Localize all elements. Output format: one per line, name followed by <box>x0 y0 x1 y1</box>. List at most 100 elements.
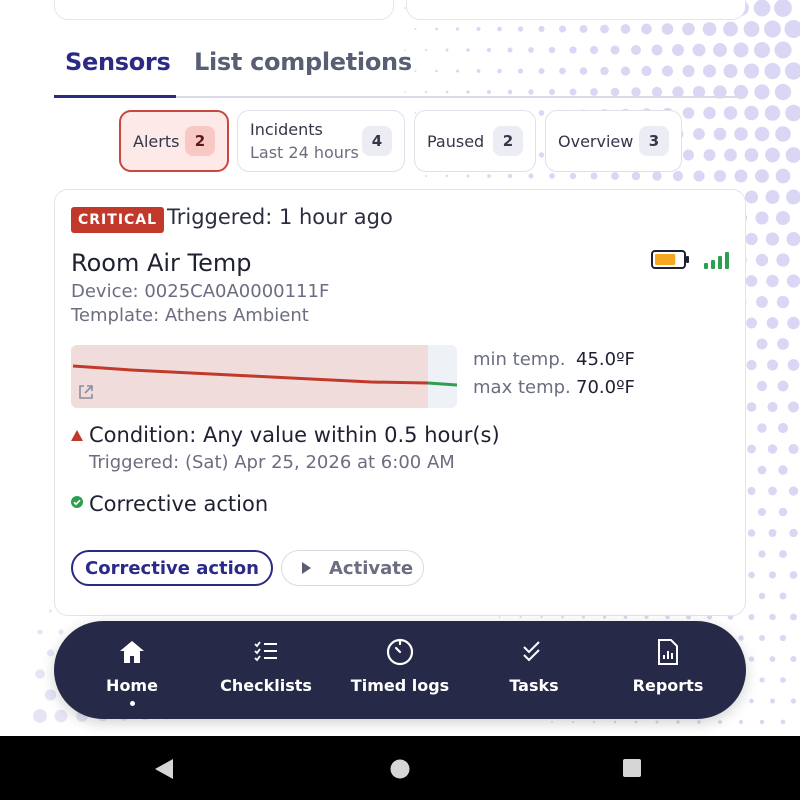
decorative-dot <box>600 24 609 34</box>
decorative-dot <box>746 402 757 412</box>
decorative-dot <box>713 127 727 141</box>
decorative-dot <box>579 25 588 33</box>
decorative-dot <box>778 465 788 475</box>
decorative-dot <box>777 380 789 392</box>
decorative-dot <box>774 41 792 59</box>
decorative-dot <box>714 170 726 182</box>
filter-overview[interactable]: Overview 3 <box>545 110 682 172</box>
filter-incidents[interactable]: Incidents Last 24 hours 4 <box>237 110 405 172</box>
decorative-dot <box>611 172 619 180</box>
decorative-dot <box>775 168 791 184</box>
decorative-dot <box>757 423 767 433</box>
tab-list-completions[interactable]: List completions <box>194 48 412 76</box>
home-circle-icon[interactable] <box>389 758 411 780</box>
recents-icon[interactable] <box>622 758 642 778</box>
template-name: Template: Athens Ambient <box>71 305 309 326</box>
decorative-dot <box>613 720 617 724</box>
decorative-dot <box>445 174 449 178</box>
decorative-dot <box>35 669 45 679</box>
decorative-dot <box>753 0 771 17</box>
decorative-dot <box>435 27 438 31</box>
decorative-dot <box>775 210 791 226</box>
summary-card-right <box>406 0 746 20</box>
decorative-dot <box>590 172 598 180</box>
filter-incidents-count: 4 <box>362 126 392 156</box>
corrective-action-button[interactable]: Corrective action <box>71 550 273 586</box>
decorative-dot <box>766 317 779 329</box>
decorative-dot <box>425 175 427 177</box>
nav-checklists[interactable]: Checklists <box>199 621 333 719</box>
filter-alerts[interactable]: Alerts 2 <box>119 110 229 172</box>
decorative-dot <box>693 128 705 140</box>
decorative-dot <box>538 110 545 116</box>
filter-overview-label: Overview <box>558 131 634 151</box>
decorative-dot <box>641 23 652 35</box>
temperature-sparkline[interactable] <box>71 345 457 408</box>
decorative-dot <box>734 169 748 183</box>
decorative-dot <box>767 444 778 454</box>
decorative-dot <box>768 486 777 496</box>
decorative-dot <box>765 232 780 246</box>
decorative-dot <box>682 22 695 36</box>
decorative-dot <box>756 296 768 308</box>
decorative-dot <box>776 253 790 267</box>
tab-sensors[interactable]: Sensors <box>65 48 171 76</box>
decorative-dot <box>538 152 545 158</box>
decorative-dot <box>779 550 787 558</box>
decorative-dot <box>769 613 776 621</box>
summary-card-left <box>54 0 394 20</box>
open-external-icon[interactable] <box>77 383 95 401</box>
decorative-dot <box>683 149 694 161</box>
decorative-dot <box>476 27 481 31</box>
decorative-dot <box>769 656 776 662</box>
decorative-dot <box>780 719 786 725</box>
decorative-dot <box>592 720 596 724</box>
decorative-dot <box>767 401 778 413</box>
decorative-dot <box>784 19 800 39</box>
report-icon <box>658 639 678 665</box>
decorative-dot <box>748 613 755 621</box>
nav-timed-logs[interactable]: Timed logs <box>333 621 467 719</box>
back-icon[interactable] <box>153 758 175 780</box>
nav-tasks[interactable]: Tasks <box>467 621 601 719</box>
battery-icon <box>651 250 689 269</box>
decorative-dot <box>770 698 775 704</box>
nav-home[interactable]: Home <box>65 621 199 719</box>
decorative-dot <box>789 571 798 579</box>
nav-tasks-label: Tasks <box>509 676 559 695</box>
decorative-dot <box>787 359 800 371</box>
decorative-dot <box>748 571 755 579</box>
decorative-dot <box>765 190 780 204</box>
decorative-dot <box>768 529 777 537</box>
filter-paused-label: Paused <box>427 131 485 151</box>
filter-paused[interactable]: Paused 2 <box>414 110 536 172</box>
decorative-dot <box>745 275 758 287</box>
nav-home-label: Home <box>106 676 158 695</box>
corrective-action-heading: Corrective action <box>89 492 269 516</box>
decorative-dot <box>631 171 641 181</box>
activate-button[interactable]: Activate <box>281 550 424 586</box>
decorative-dot <box>786 231 800 247</box>
decorative-dot <box>767 359 778 371</box>
alert-condition: Condition: Any value within 0.5 hour(s) <box>89 423 500 447</box>
decorative-dot <box>551 721 553 723</box>
nav-reports[interactable]: Reports <box>601 621 735 719</box>
decorative-dot <box>487 174 491 178</box>
decorative-dot <box>540 615 543 619</box>
decorative-dot <box>754 126 770 142</box>
decorative-dot <box>753 41 771 59</box>
decorative-dot <box>744 148 759 162</box>
decorative-dot <box>569 172 577 180</box>
decorative-dot <box>758 592 766 600</box>
decorative-dot <box>661 23 674 35</box>
decorative-dot <box>723 106 738 120</box>
decorative-dot <box>777 338 789 350</box>
play-icon <box>302 562 311 574</box>
decorative-dot <box>754 84 770 100</box>
decorative-dot <box>724 148 737 162</box>
decorative-dot <box>33 709 47 723</box>
decorative-dot <box>765 147 780 163</box>
filter-overview-count: 3 <box>639 126 669 156</box>
alert-card[interactable]: CRITICAL Triggered: 1 hour ago Room Air … <box>54 189 746 616</box>
decorative-dot <box>519 615 522 619</box>
